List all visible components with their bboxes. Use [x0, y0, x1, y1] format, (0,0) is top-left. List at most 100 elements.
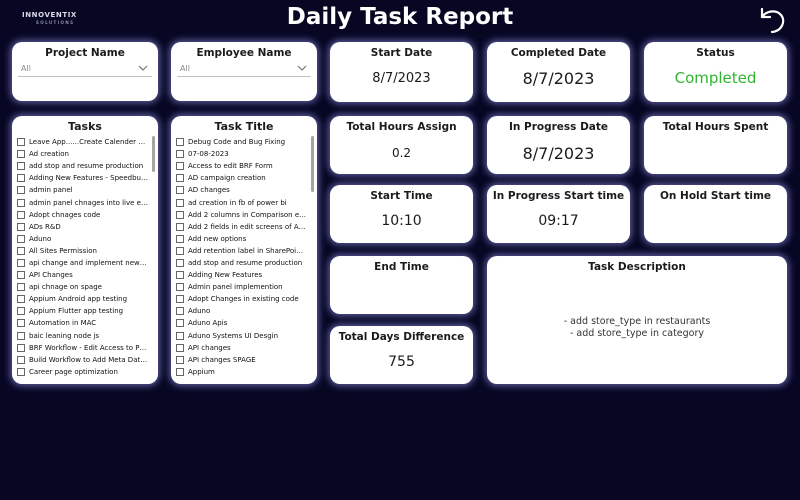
task-list-item[interactable]: api chnage on spage — [17, 281, 148, 293]
checkbox[interactable] — [17, 186, 25, 195]
task-title-list-item[interactable]: Add 2 columns in Comparison exc... — [176, 209, 307, 221]
task-title-scrollbar[interactable] — [311, 136, 314, 378]
task-list-item[interactable]: ADs R&D — [17, 221, 148, 233]
checkbox[interactable] — [17, 319, 25, 328]
task-list-item[interactable]: Create Client Project — [17, 378, 148, 380]
checkbox[interactable] — [176, 198, 184, 207]
task-title-list-item[interactable]: Adopt Changes in existing code — [176, 293, 307, 305]
task-list-item[interactable]: Career page optimization — [17, 366, 148, 378]
project-name-dropdown[interactable]: All — [18, 62, 152, 77]
task-title-list-item[interactable]: Add 2 fields in edit screens of Ad... — [176, 221, 307, 233]
task-title-list-item[interactable]: Debug Code and Bug Fixing — [176, 136, 307, 148]
task-title-list-item[interactable]: Access to edit BRF Form — [176, 160, 307, 172]
task-title-scroll-thumb[interactable] — [311, 136, 314, 192]
checkbox[interactable] — [176, 295, 184, 304]
task-item-label: Ad creation — [29, 150, 69, 159]
task-title-list-item[interactable]: Aduno — [176, 305, 307, 317]
checkbox[interactable] — [176, 162, 184, 171]
checkbox[interactable] — [176, 331, 184, 340]
back-button[interactable] — [754, 3, 790, 37]
checkbox[interactable] — [17, 367, 25, 376]
task-list-item[interactable]: Adding New Features - Speedbuka — [17, 172, 148, 184]
task-list-item[interactable]: Adopt chnages code — [17, 209, 148, 221]
task-list-item[interactable]: Leave App......Create Calender vie... — [17, 136, 148, 148]
checkbox[interactable] — [17, 331, 25, 340]
total-hours-spent-label: Total Hours Spent — [662, 121, 769, 133]
checkbox[interactable] — [176, 319, 184, 328]
checkbox[interactable] — [17, 222, 25, 231]
checkbox[interactable] — [176, 222, 184, 231]
task-title-list-item[interactable]: AD campaign creation — [176, 172, 307, 184]
tasks-scroll-thumb[interactable] — [152, 136, 155, 172]
checkbox[interactable] — [17, 234, 25, 243]
task-title-list-item[interactable]: Admin panel implemention — [176, 281, 307, 293]
checkbox[interactable] — [17, 355, 25, 364]
checkbox[interactable] — [176, 138, 184, 147]
task-item-label: add stop and resume production — [29, 162, 144, 171]
checkbox[interactable] — [176, 234, 184, 243]
task-list-item[interactable]: api change and implement new a... — [17, 257, 148, 269]
checkbox[interactable] — [176, 210, 184, 219]
employee-name-filter: Employee Name All — [171, 42, 317, 101]
checkbox[interactable] — [17, 246, 25, 255]
checkbox[interactable] — [176, 246, 184, 255]
tasks-scrollbar[interactable] — [152, 136, 155, 378]
task-title-list-item[interactable]: Add retention label in SharePoint ... — [176, 245, 307, 257]
task-title-item-label: Add 2 columns in Comparison exc... — [188, 210, 307, 219]
task-title-list-item[interactable]: 07-08-2023 — [176, 148, 307, 160]
task-list-item[interactable]: Appium Flutter app testing — [17, 305, 148, 317]
task-title-list-item[interactable]: API changes — [176, 342, 307, 354]
task-title-list-item[interactable]: Aduno Systems UI Desgin — [176, 330, 307, 342]
checkbox[interactable] — [176, 307, 184, 316]
task-list-item[interactable]: Automation in MAC — [17, 317, 148, 329]
task-title-list-item[interactable]: Aduno Apis — [176, 317, 307, 329]
task-title-list-item[interactable]: Appium — [176, 366, 307, 378]
checkbox[interactable] — [176, 186, 184, 195]
checkbox[interactable] — [17, 162, 25, 171]
checkbox[interactable] — [17, 307, 25, 316]
task-list-item[interactable]: API Changes — [17, 269, 148, 281]
checkbox[interactable] — [17, 271, 25, 280]
task-list-item[interactable]: BRF Workflow - Edit Access to Pro... — [17, 342, 148, 354]
start-date-value: 8/7/2023 — [372, 71, 431, 86]
task-title-list-item[interactable]: API changes SPAGE — [176, 354, 307, 366]
in-progress-date-label: In Progress Date — [508, 121, 609, 133]
checkbox[interactable] — [17, 258, 25, 267]
task-title-list-item[interactable]: Add new options — [176, 233, 307, 245]
task-title-item-label: Aduno Apis — [188, 319, 228, 328]
checkbox[interactable] — [176, 343, 184, 352]
checkbox[interactable] — [17, 210, 25, 219]
task-description-label: Task Description — [588, 261, 686, 273]
task-list-item[interactable]: All Sites Permission — [17, 245, 148, 257]
checkbox[interactable] — [176, 283, 184, 292]
checkbox[interactable] — [17, 343, 25, 352]
checkbox[interactable] — [17, 198, 25, 207]
task-list-item[interactable]: Aduno — [17, 233, 148, 245]
task-list-item[interactable]: admin panel — [17, 184, 148, 196]
task-title-list-item[interactable]: Appium Automation — [176, 378, 307, 380]
checkbox[interactable] — [17, 283, 25, 292]
task-list-item[interactable]: baic leaning node js — [17, 330, 148, 342]
checkbox[interactable] — [176, 258, 184, 267]
task-list-item[interactable]: add stop and resume production — [17, 160, 148, 172]
checkbox[interactable] — [176, 367, 184, 376]
task-list-item[interactable]: Ad creation — [17, 148, 148, 160]
checkbox[interactable] — [17, 295, 25, 304]
task-title-list-item[interactable]: AD changes — [176, 184, 307, 196]
task-title-list-item[interactable]: add stop and resume production — [176, 257, 307, 269]
checkbox[interactable] — [17, 138, 25, 147]
task-list-item[interactable]: admin panel chnages into live env — [17, 196, 148, 208]
checkbox[interactable] — [17, 174, 25, 183]
checkbox[interactable] — [17, 150, 25, 159]
checkbox[interactable] — [176, 150, 184, 159]
task-list-item[interactable]: Build Workflow to Add Meta Data... — [17, 354, 148, 366]
task-list-item[interactable]: Appium Android app testing — [17, 293, 148, 305]
employee-name-dropdown[interactable]: All — [177, 62, 311, 77]
task-title-item-label: Add retention label in SharePoint ... — [188, 246, 307, 255]
checkbox[interactable] — [176, 271, 184, 280]
checkbox[interactable] — [176, 174, 184, 183]
task-title-list-item[interactable]: ad creation in fb of power bi — [176, 196, 307, 208]
task-title-list-item[interactable]: Adding New Features — [176, 269, 307, 281]
task-title-item-label: Debug Code and Bug Fixing — [188, 138, 286, 147]
checkbox[interactable] — [176, 355, 184, 364]
